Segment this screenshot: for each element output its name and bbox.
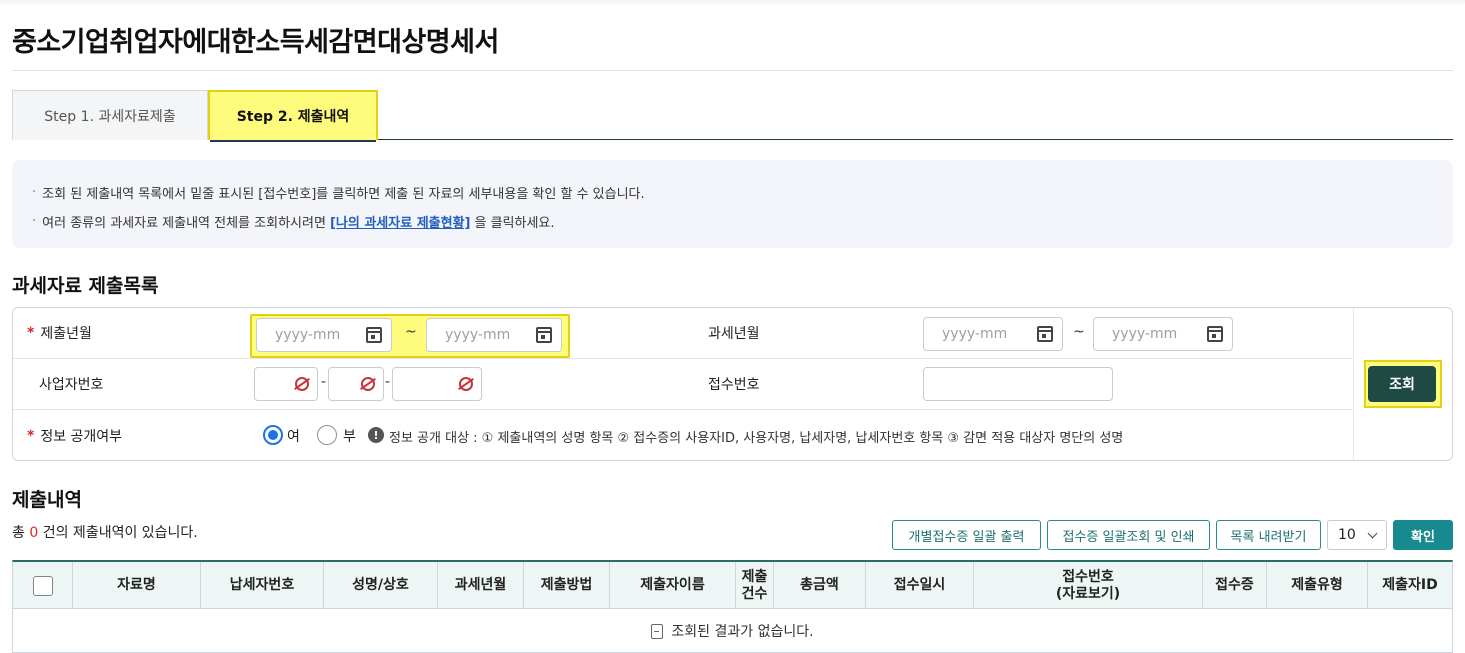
form-divider (1353, 308, 1354, 460)
col-submit-count[interactable]: 제출 건수 (736, 562, 774, 609)
results-section-title: 제출내역 (12, 489, 82, 511)
required-mark: * (27, 325, 35, 341)
calendar-icon[interactable] (1207, 326, 1223, 342)
top-shadow (0, 0, 1465, 6)
calendar-icon[interactable] (536, 327, 552, 343)
disclosure-yes-radio[interactable] (263, 425, 283, 445)
title-divider (12, 70, 1453, 71)
info-text-1: 조회 된 제출내역 목록에서 밑줄 표시된 [접수번호]를 클릭하면 제출 된 … (42, 187, 645, 202)
col-total-amount[interactable]: 총금액 (774, 562, 866, 609)
col-receipt-no[interactable]: 접수번호 (자료보기) (974, 562, 1203, 609)
col-name[interactable]: 성명/상호 (324, 562, 438, 609)
info-text-2: 여러 종류의 과세자료 제출내역 전체를 조회하시려면 (42, 216, 326, 231)
page-title: 중소기업취업자에대한소득세감면대상명세서 (12, 27, 499, 58)
range-tilde: ~ (405, 324, 417, 340)
calendar-icon[interactable] (366, 327, 382, 343)
receipt-view-print-button[interactable]: 접수증 일괄조회 및 인쇄 (1047, 520, 1210, 550)
total-count: 0 (29, 525, 39, 541)
disclosure-no-radio[interactable] (317, 425, 337, 445)
hidden-eye-icon[interactable] (361, 377, 375, 391)
document-icon (651, 623, 664, 639)
select-all-cell (13, 562, 73, 609)
table-header: 자료명 납세자번호 성명/상호 과세년월 제출방법 제출자이름 제출 건수 총금… (13, 562, 1452, 609)
col-received-at[interactable]: 접수일시 (866, 562, 974, 609)
tax-month-to-input[interactable]: yyyy-mm (1093, 317, 1233, 351)
info-box: · 조회 된 제출내역 목록에서 밑줄 표시된 [접수번호]를 클릭하면 제출 … (12, 160, 1453, 248)
col-tax-month[interactable]: 과세년월 (438, 562, 524, 609)
confirm-button[interactable]: 확인 (1393, 520, 1453, 550)
form-row-submit-month: * 제출년월 yyyy-mm ~ yyyy-mm 과세년월 yyyy-mm ~ y… (13, 308, 1353, 359)
biz-no-label: 사업자번호 (13, 359, 243, 409)
info-line-2: · 여러 종류의 과세자료 제출내역 전체를 조회하시려면 [나의 과세자료 제… (32, 207, 1433, 236)
step-tabs: Step 1. 과세자료제출 Step 2. 제출내역 (12, 90, 1453, 142)
col-submit-type[interactable]: 제출유형 (1267, 562, 1368, 609)
tax-month-label: 과세년월 (708, 326, 760, 342)
tax-month-from-input[interactable]: yyyy-mm (923, 317, 1063, 351)
submit-month-label: * 제출년월 (13, 308, 243, 358)
col-submit-method[interactable]: 제출방법 (524, 562, 610, 609)
biz-no-part2-input[interactable] (328, 367, 384, 401)
empty-row: 조회된 결과가 없습니다. (13, 609, 1452, 653)
col-submitter-id[interactable]: 제출자ID (1368, 562, 1452, 609)
results-table: 자료명 납세자번호 성명/상호 과세년월 제출방법 제출자이름 제출 건수 총금… (12, 560, 1453, 653)
calendar-icon[interactable] (1037, 326, 1053, 342)
info-line-1: · 조회 된 제출내역 목록에서 밑줄 표시된 [접수번호]를 클릭하면 제출 … (32, 178, 1433, 207)
search-button[interactable]: 조회 (1368, 366, 1436, 402)
empty-message: 조회된 결과가 없습니다. (671, 624, 814, 640)
my-submission-status-link[interactable]: [나의 과세자료 제출현황] (330, 212, 471, 231)
tab-step2[interactable]: Step 2. 제출내역 (208, 90, 378, 142)
form-row-disclosure: * 정보 공개여부 여 부 ! 정보 공개 대상 : ① 제출내역의 성명 항목 … (13, 410, 1353, 460)
col-data-name[interactable]: 자료명 (73, 562, 201, 609)
disclosure-no-label[interactable]: 부 (343, 426, 356, 446)
tab-step1[interactable]: Step 1. 과세자료제출 (12, 90, 208, 140)
chevron-down-icon (1367, 528, 1378, 539)
search-form: * 제출년월 yyyy-mm ~ yyyy-mm 과세년월 yyyy-mm ~ y… (12, 307, 1453, 461)
page-size-select[interactable]: 10 (1327, 520, 1387, 550)
col-submitter-name[interactable]: 제출자이름 (610, 562, 736, 609)
dash-separator: - (321, 374, 327, 390)
hidden-eye-icon[interactable] (459, 377, 473, 391)
info-text-2-suffix: 을 클릭하세요. (474, 216, 555, 231)
disclosure-notice: 정보 공개 대상 : ① 제출내역의 성명 항목 ② 접수증의 사용자ID, 사… (389, 431, 1124, 446)
col-taxpayer-no[interactable]: 납세자번호 (201, 562, 324, 609)
receipt-no-input[interactable] (923, 367, 1113, 401)
select-all-checkbox[interactable] (32, 575, 53, 596)
download-list-button[interactable]: 목록 내려받기 (1216, 520, 1321, 550)
disclosure-yes-label[interactable]: 여 (287, 426, 300, 446)
receipt-no-label: 접수번호 (708, 377, 760, 393)
dash-separator: - (385, 374, 391, 390)
col-receipt[interactable]: 접수증 (1203, 562, 1267, 609)
bullet-icon: · (32, 214, 37, 229)
biz-no-part3-input[interactable] (392, 367, 482, 401)
required-mark: * (27, 427, 35, 444)
bullet-icon: · (32, 185, 37, 200)
submit-month-to-input[interactable]: yyyy-mm (426, 318, 562, 352)
range-tilde: ~ (1073, 324, 1085, 340)
submit-month-from-input[interactable]: yyyy-mm (256, 318, 392, 352)
disclosure-label: * 정보 공개여부 (13, 410, 243, 460)
bulk-print-button[interactable]: 개별접수증 일괄 출력 (892, 520, 1041, 550)
form-row-biz-no: 사업자번호 - - 접수번호 (13, 359, 1353, 410)
hidden-eye-icon[interactable] (295, 377, 309, 391)
biz-no-part1-input[interactable] (254, 367, 318, 401)
notice-icon: ! (368, 427, 384, 443)
search-section-title: 과세자료 제출목록 (12, 275, 159, 297)
total-count-text: 총 0 건의 제출내역이 있습니다. (12, 525, 198, 541)
